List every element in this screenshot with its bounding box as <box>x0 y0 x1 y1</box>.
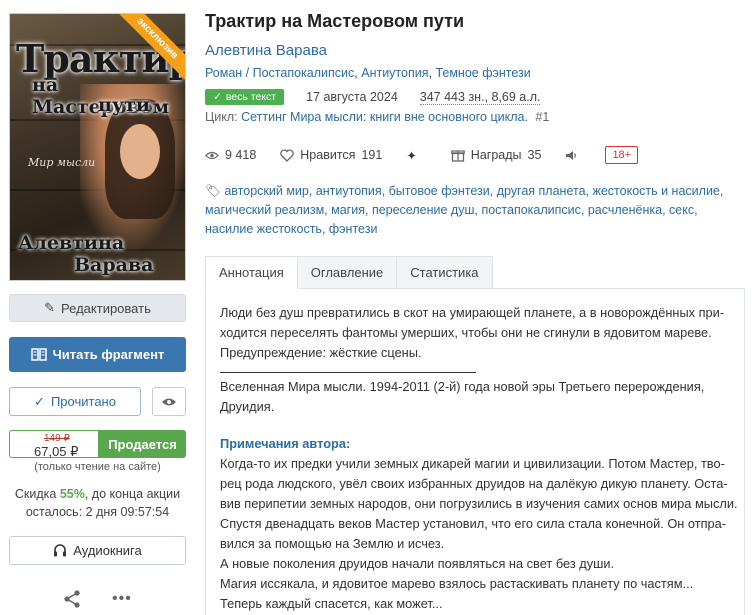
divider <box>220 372 476 373</box>
site-only-note: (только чтение на сайте) <box>34 461 161 473</box>
like-button[interactable]: Нравится 191 <box>280 148 382 162</box>
discount-percent: 55% <box>59 487 85 501</box>
discount-info: Скидка 55%, до конца акции осталось: 2 д… <box>14 487 181 519</box>
time-left: осталось: 2 дня 09:57:54 <box>25 505 170 519</box>
audiobook-button[interactable]: Аудиокнига <box>9 536 186 565</box>
tag-link[interactable]: авторский мир <box>224 184 309 198</box>
genre-link[interactable]: Роман / Постапокалипсис <box>205 66 354 80</box>
tab-statistics[interactable]: Статистика <box>396 256 493 289</box>
check-icon: ✓ <box>213 91 222 103</box>
book-cover[interactable]: Трактир на Мастеровом пути Мир мысли Але… <box>9 13 186 281</box>
tag-icon: 🏷︎ <box>205 184 221 198</box>
tag-link[interactable]: переселение душ <box>372 203 475 217</box>
buy-button[interactable]: Продается <box>99 430 186 458</box>
tag-link[interactable]: фэнтези <box>329 222 378 236</box>
tag-link[interactable]: другая планета <box>497 184 586 198</box>
author-link[interactable]: Алевтина Варава <box>205 42 327 59</box>
headphones-icon <box>54 544 67 557</box>
check-icon: ✓ <box>34 393 45 409</box>
tag-link[interactable]: постапокалипсис <box>481 203 580 217</box>
tag-link[interactable]: антиутопия <box>316 184 382 198</box>
edit-button[interactable]: ✎ Редактировать <box>9 294 186 322</box>
price-box: 149 ₽ 67,05 ₽ <box>9 430 99 459</box>
mark-read-button[interactable]: ✓ Прочитано <box>9 387 141 416</box>
cover-author-line1: Алевтина <box>18 232 125 254</box>
old-price: 149 ₽ <box>44 433 70 444</box>
cycle-info: Цикл: Сеттинг Мира мысли: книги вне осно… <box>205 110 550 124</box>
cover-title-line3: пути <box>98 94 150 116</box>
book-size: 347 443 зн., 8,69 а.л. <box>419 89 541 105</box>
cover-author-line2: Варава <box>74 254 154 276</box>
tag-link[interactable]: бытовое фэнтези <box>389 184 490 198</box>
tag-link[interactable]: секс <box>669 203 694 217</box>
pencil-icon: ✎ <box>44 300 56 315</box>
tag-link[interactable]: жестокость и насилие <box>592 184 719 198</box>
cycle-number: #1 <box>535 110 550 124</box>
eye-icon <box>205 151 219 159</box>
share-icon[interactable] <box>62 589 82 609</box>
publish-date: 17 августа 2024 <box>306 90 398 104</box>
genre-link[interactable]: Темное фэнтези <box>435 66 530 80</box>
sparkle-icon[interactable]: ✦ <box>406 148 416 163</box>
genres: Роман / Постапокалипсис, Антиутопия, Тем… <box>205 66 531 80</box>
more-options-icon[interactable]: ••• <box>112 590 132 608</box>
cover-series: Мир мысли <box>28 156 96 169</box>
gift-icon <box>450 150 465 162</box>
tag-link[interactable]: магический реализм <box>205 203 324 217</box>
watch-button[interactable] <box>152 387 186 416</box>
speaker-icon[interactable] <box>565 150 577 161</box>
author-notes-heading: Примечания автора: <box>220 436 351 451</box>
tags-list: 🏷︎ авторский мир, антиутопия, бытовое фэ… <box>205 184 724 236</box>
tag-link[interactable]: насилие жестокость <box>205 222 322 236</box>
tag-link[interactable]: расчленёнка <box>588 203 662 217</box>
tab-annotation[interactable]: Аннотация <box>205 256 298 289</box>
book-open-icon <box>30 348 47 361</box>
content-tabs: Аннотация Оглавление Статистика <box>205 256 493 289</box>
tag-link[interactable]: магия <box>331 203 365 217</box>
status-badge: ✓ весь текст <box>205 89 285 105</box>
annotation-text: Люди без душ превратились в скот на умир… <box>220 303 740 614</box>
heart-icon <box>280 148 295 162</box>
views-stat: 9 418 <box>205 148 256 162</box>
meta-row: ✓ весь текст 17 августа 2024 347 443 зн.,… <box>205 88 541 106</box>
awards-button[interactable]: Награды 35 <box>450 148 541 162</box>
genre-link[interactable]: Антиутопия <box>361 66 428 80</box>
tab-contents[interactable]: Оглавление <box>296 256 398 289</box>
book-title: Трактир на Мастеровом пути <box>205 11 465 31</box>
read-fragment-button[interactable]: Читать фрагмент <box>9 337 186 372</box>
stats-row: 9 418 Нравится 191 ✦ Награды 35 18+ <box>205 145 639 165</box>
new-price: 67,05 ₽ <box>34 444 79 459</box>
age-rating-badge: 18+ <box>605 146 639 164</box>
cycle-link[interactable]: Сеттинг Мира мысли: книги вне основного … <box>241 110 528 124</box>
eye-icon <box>162 398 176 405</box>
